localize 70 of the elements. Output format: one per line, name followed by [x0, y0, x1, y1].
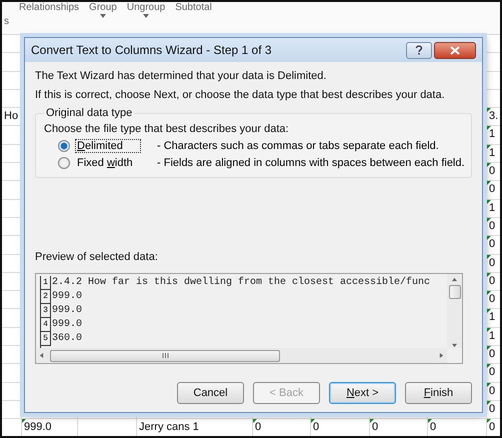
up-arrow-icon[interactable]	[452, 277, 457, 282]
close-icon	[450, 46, 460, 54]
preview-line: 2.4.2 How far is this dwelling from the closest accessible/func	[51, 276, 430, 290]
table-cell: 999.0	[24, 421, 52, 434]
line-number: 3	[41, 304, 51, 318]
radio-label[interactable]: Fixed width	[75, 156, 141, 170]
table-cell: 0	[489, 402, 496, 415]
window-title: Convert Text to Columns Wizard - Step 1 of 3	[31, 43, 272, 57]
table-cell: 0	[489, 293, 496, 306]
radio-button[interactable]	[58, 156, 70, 168]
table-cell: 0	[489, 421, 496, 434]
line-number: 4	[41, 318, 51, 332]
caret-icon	[100, 14, 106, 18]
radio-button[interactable]	[58, 140, 70, 152]
table-cell: 0	[489, 348, 496, 360]
preview-line: 999.0	[51, 318, 82, 332]
preview-label: Preview of selected data:	[35, 250, 159, 265]
table-cell: Ho	[4, 110, 18, 122]
table-cell: 0	[489, 384, 496, 397]
dialog-button[interactable]: Cancel	[177, 382, 244, 404]
right-arrow-icon[interactable]	[439, 353, 444, 358]
ribbon-label[interactable]: Group	[89, 2, 117, 14]
table-cell: 3.	[489, 110, 498, 122]
table-cell: 1	[489, 330, 496, 342]
dialog-button[interactable]: Next >	[329, 382, 396, 404]
table-cell: 0	[489, 165, 496, 178]
table-cell: 0	[489, 256, 496, 269]
option-description: - Fields are aligned in columns with spaces between each field.	[157, 156, 465, 168]
close-button[interactable]	[434, 42, 476, 58]
table-cell: 1	[489, 202, 496, 214]
horizontal-scrollbar[interactable]	[36, 348, 447, 363]
scrollbar-thumb[interactable]	[50, 350, 280, 362]
table-cell: 0	[489, 274, 496, 287]
table-cell: 0	[489, 183, 496, 196]
table-cell: 0	[430, 421, 436, 434]
prompt-text: Choose the file type that best describes your data:	[44, 122, 290, 137]
table-cell: 0	[489, 366, 496, 378]
grip-icon	[162, 353, 168, 358]
intro-text: If this is correct, choose Next, or choose the data type that best describes your data.	[35, 88, 446, 103]
table-cell: 1	[489, 128, 496, 140]
ribbon-label[interactable]: Relationships	[19, 2, 80, 14]
line-number: 5	[41, 332, 51, 346]
preview-line: 999.0	[51, 304, 82, 318]
table-cell: 1	[489, 146, 496, 159]
table-cell: 0	[313, 421, 320, 434]
vertical-scrollbar[interactable]	[447, 274, 462, 348]
help-button[interactable]	[406, 42, 432, 58]
preview-line: 360.0	[51, 332, 82, 346]
caret-icon	[143, 14, 150, 18]
intro-text: The Text Wizard has determined that your data is Delimited.	[35, 69, 328, 84]
scrollbar-thumb[interactable]	[448, 285, 460, 299]
down-arrow-icon[interactable]	[452, 343, 457, 348]
ribbon-label[interactable]: s	[4, 16, 9, 28]
ribbon-label[interactable]: Ungroup	[126, 2, 166, 14]
left-arrow-icon[interactable]	[39, 353, 44, 358]
table-cell: 0	[489, 220, 496, 232]
dialog-button[interactable]: Finish	[405, 382, 472, 404]
ribbon-label[interactable]: Subtotal	[175, 2, 212, 14]
table-cell: 0	[489, 238, 496, 250]
group-title: Original data type	[45, 107, 134, 119]
table-cell: 1	[489, 311, 496, 324]
option-description: - Characters such as commas or tabs separate each field.	[157, 140, 439, 152]
table-cell: 0	[255, 421, 262, 434]
radio-label[interactable]: Delimited	[75, 138, 141, 152]
help-icon	[415, 45, 423, 55]
preview-line: 999.0	[51, 290, 82, 304]
line-number: 1	[41, 276, 51, 290]
line-number: 2	[41, 290, 51, 304]
table-cell: Jerry cans 1	[139, 421, 199, 434]
table-cell: 0	[372, 421, 378, 434]
